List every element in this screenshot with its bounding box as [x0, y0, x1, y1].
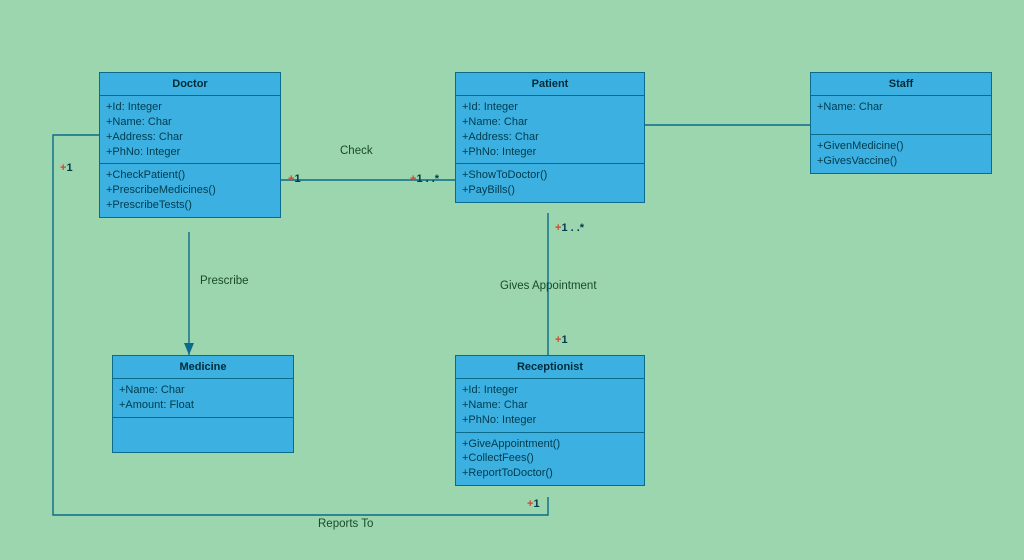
class-attrs: +Id: Integer +Name: Char +Address: Char …: [456, 96, 644, 164]
mult-check-a: +1: [288, 173, 301, 185]
mult-rt-b: +1: [60, 162, 73, 174]
class-receptionist: Receptionist +Id: Integer +Name: Char +P…: [455, 355, 645, 486]
arrowhead-prescribe: [184, 343, 194, 355]
class-ops: +ShowToDoctor() +PayBills(): [456, 164, 644, 202]
class-staff: Staff +Name: Char +GivenMedicine() +Give…: [810, 72, 992, 174]
class-ops: +CheckPatient() +PrescribeMedicines() +P…: [100, 164, 280, 217]
class-ops: [113, 418, 293, 452]
class-attrs: +Id: Integer +Name: Char +PhNo: Integer: [456, 379, 644, 433]
class-ops: +GivenMedicine() +GivesVaccine(): [811, 135, 991, 173]
label-check: Check: [340, 145, 373, 157]
class-attrs: +Name: Char +Amount: Float: [113, 379, 293, 418]
class-title: Receptionist: [456, 356, 644, 379]
label-reports-to: Reports To: [318, 518, 373, 530]
mult-ga-a: +1 . .*: [555, 222, 584, 234]
mult-rt-a: +1: [527, 498, 540, 510]
label-prescribe: Prescribe: [200, 275, 249, 287]
mult-ga-b: +1: [555, 334, 568, 346]
mult-check-b: +1 . .*: [410, 173, 439, 185]
class-ops: +GiveAppointment() +CollectFees() +Repor…: [456, 433, 644, 486]
class-doctor: Doctor +Id: Integer +Name: Char +Address…: [99, 72, 281, 218]
class-attrs: +Id: Integer +Name: Char +Address: Char …: [100, 96, 280, 164]
class-title: Patient: [456, 73, 644, 96]
class-attrs: +Name: Char: [811, 96, 991, 135]
label-gives-appointment: Gives Appointment: [500, 280, 597, 292]
class-title: Staff: [811, 73, 991, 96]
class-title: Medicine: [113, 356, 293, 379]
class-patient: Patient +Id: Integer +Name: Char +Addres…: [455, 72, 645, 203]
class-medicine: Medicine +Name: Char +Amount: Float: [112, 355, 294, 453]
class-title: Doctor: [100, 73, 280, 96]
